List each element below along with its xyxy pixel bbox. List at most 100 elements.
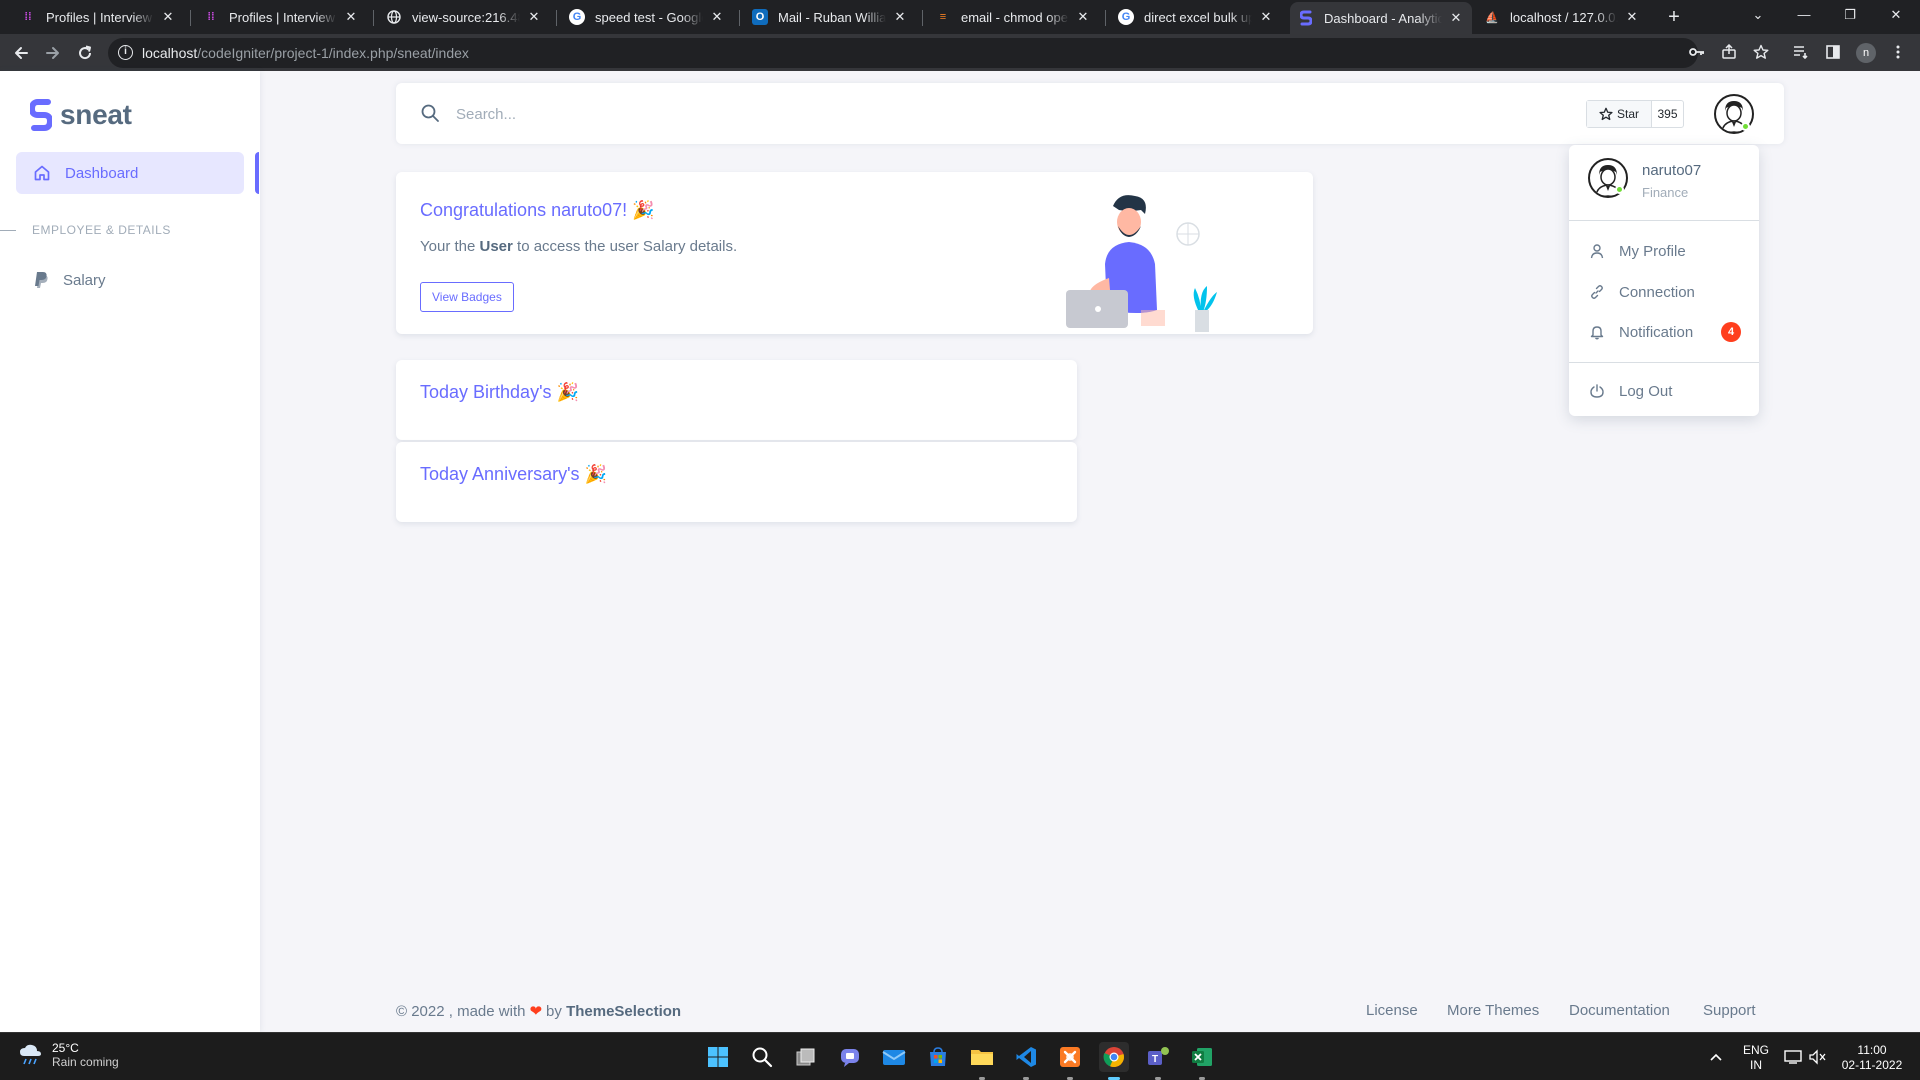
footer-copyright: © 2022 , made with ❤ by ThemeSelection [396,1003,682,1020]
menu-item-notification[interactable]: Notification [1589,320,1693,344]
close-icon[interactable]: ✕ [160,9,176,25]
sidebar-item-label: Salary [63,271,106,289]
close-icon[interactable]: ✕ [892,9,908,25]
dropdown-divider [1569,220,1759,221]
xampp-icon[interactable] [1055,1042,1085,1072]
view-badges-button[interactable]: View Badges [420,282,514,312]
share-icon[interactable] [1719,42,1739,62]
heart-icon: ❤ [529,1003,543,1020]
reload-icon[interactable] [72,40,98,66]
restore-button[interactable]: ❐ [1832,4,1868,26]
minimize-button[interactable]: — [1786,4,1822,26]
close-icon[interactable]: ✕ [526,9,542,25]
footer-link-more-themes[interactable]: More Themes [1447,1002,1539,1019]
footer-brand-link[interactable]: ThemeSelection [566,1003,681,1020]
close-icon[interactable]: ✕ [1448,10,1464,26]
browser-tab[interactable]: ⁞⁞ Profiles | Interview Por ✕ [195,4,367,30]
clock-time: 11:00 [1857,1043,1887,1057]
browser-tab[interactable]: view-source:216.48.17 ✕ [378,4,550,30]
sidebar-item-dashboard[interactable]: Dashboard [16,152,244,194]
browser-profile-avatar[interactable]: n [1856,43,1876,63]
footer-link-support[interactable]: Support [1703,1002,1756,1019]
sidebar-item-label: Dashboard [65,164,139,182]
vscode-icon[interactable] [1011,1042,1041,1072]
brand-name: sneat [60,99,132,130]
browser-tab[interactable]: ⛵ localhost / 127.0.0.1 / ✕ [1476,4,1648,30]
browser-tab[interactable]: G direct excel bulk uploa ✕ [1110,4,1282,30]
teams-chat-icon[interactable] [835,1042,865,1072]
network-icon[interactable] [1782,1042,1804,1072]
github-star-button[interactable]: Star 395 [1586,100,1684,128]
home-icon [34,165,50,181]
purple-logo-icon: ⁞⁞ [207,11,215,23]
new-tab-button[interactable]: + [1662,6,1686,28]
sidebar-section-header: EMPLOYEE & DETAILS [32,223,171,237]
brand-logo[interactable]: sneat [30,99,132,131]
close-icon[interactable]: ✕ [709,9,725,25]
tab-separator [1105,10,1106,26]
search-icon [421,104,439,122]
footer-link-license[interactable]: License [1366,1002,1418,1019]
taskbar-search-icon[interactable] [747,1042,777,1072]
star-count[interactable]: 395 [1652,101,1683,127]
key-icon[interactable] [1687,42,1707,62]
footer-link-documentation[interactable]: Documentation [1569,1002,1670,1019]
outlook-icon: O [752,9,768,25]
browser-tab[interactable]: ≡ email - chmod operati ✕ [927,4,1099,30]
notification-count-badge: 4 [1721,322,1741,342]
browser-tab[interactable]: ⁞⁞ Profiles | Interview Por ✕ [12,4,184,30]
excel-icon[interactable] [1187,1042,1217,1072]
microsoft-store-icon[interactable] [923,1042,953,1072]
section-divider [0,230,16,231]
menu-item-label: Log Out [1619,382,1673,400]
menu-item-label: Notification [1619,323,1694,341]
tab-title: speed test - Google Se [595,9,703,25]
close-icon[interactable]: ✕ [343,9,359,25]
star-label: Star [1616,107,1639,121]
menu-item-my-profile[interactable]: My Profile [1589,239,1686,263]
file-explorer-icon[interactable] [967,1042,997,1072]
close-icon[interactable]: ✕ [1624,9,1640,25]
clock[interactable]: 11:00 02-11-2022 [1836,1043,1908,1073]
link-icon [1591,285,1603,299]
search-input[interactable] [456,101,1256,127]
weather-description: Rain coming [52,1055,119,1069]
site-info-icon[interactable]: i [118,45,133,60]
side-panel-icon[interactable] [1823,42,1843,62]
tab-title: Profiles | Interview Por [229,9,337,25]
browser-tab[interactable]: G speed test - Google Se ✕ [561,4,733,30]
close-icon[interactable]: ✕ [1258,9,1274,25]
welcome-text: Your the User to access the user Salary … [420,238,738,255]
reading-list-icon[interactable] [1791,42,1811,62]
active-menu-indicator [255,152,259,194]
weather-widget[interactable]: 25°C Rain coming [18,1041,119,1069]
task-view-icon[interactable] [791,1042,821,1072]
forward-arrow-icon[interactable] [40,40,66,66]
volume-muted-icon[interactable] [1806,1042,1828,1072]
mail-icon[interactable] [879,1042,909,1072]
input-language-indicator[interactable]: ENG IN [1736,1043,1776,1073]
address-bar[interactable]: i localhost/codeIgniter/project-1/index.… [108,38,1698,68]
teams-icon[interactable]: T [1143,1042,1173,1072]
stackoverflow-icon: ≡ [939,11,947,23]
menu-item-log-out[interactable]: Log Out [1589,379,1672,403]
kebab-menu-icon[interactable] [1888,42,1908,62]
star-button[interactable]: Star [1587,101,1652,127]
close-icon[interactable]: ✕ [1075,9,1091,25]
tab-title: Profiles | Interview Por [46,9,154,25]
globe-icon [386,9,402,25]
browser-tab-active[interactable]: Dashboard - Analytics ✕ [1290,2,1472,34]
sidebar-item-salary[interactable]: Salary [16,259,244,301]
chrome-icon[interactable] [1099,1042,1129,1072]
menu-item-connection[interactable]: Connection [1589,280,1695,304]
anniversary-title: Today Anniversary's 🎉 [420,464,607,484]
dropdown-divider [1569,362,1759,363]
tab-search-chevron-icon[interactable]: ⌄ [1740,4,1776,26]
window-close-button[interactable]: ✕ [1878,4,1914,26]
browser-tab[interactable]: O Mail - Ruban Williams ✕ [744,4,916,30]
windows-start-icon[interactable] [703,1042,733,1072]
tray-chevron-up-icon[interactable] [1706,1042,1726,1072]
bookmark-star-icon[interactable] [1751,42,1771,62]
tab-separator [556,10,557,26]
back-arrow-icon[interactable] [8,40,34,66]
